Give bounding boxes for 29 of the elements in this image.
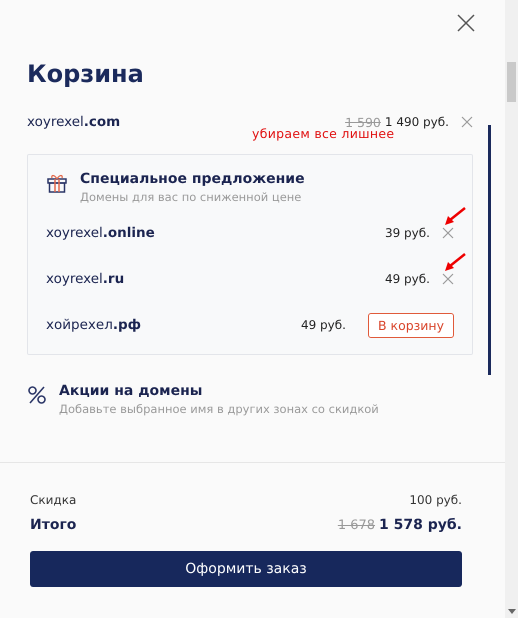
total-label: Итого xyxy=(30,517,76,533)
percent-icon xyxy=(27,385,47,405)
price: 1 490 руб. xyxy=(384,115,449,129)
remove-icon[interactable] xyxy=(461,116,473,128)
offer-subtitle: Домены для вас по сниженной цене xyxy=(80,190,302,204)
domain-name: хойрехел.рф xyxy=(46,317,142,333)
scroll-down-icon[interactable] xyxy=(508,609,516,614)
remove-icon[interactable] xyxy=(442,227,454,239)
gift-icon xyxy=(46,173,68,193)
remove-icon[interactable] xyxy=(442,273,454,285)
price: 39 руб. xyxy=(384,226,430,240)
offer-title: Специальное предложение xyxy=(80,171,305,187)
add-to-cart-button[interactable]: В корзину xyxy=(368,312,454,338)
promo-title: Акции на домены xyxy=(59,383,204,399)
domain-name: xoyrexel.ru xyxy=(46,271,124,287)
checkout-button[interactable]: Оформить заказ xyxy=(30,551,462,587)
scrollbar[interactable] xyxy=(505,0,518,618)
close-icon[interactable] xyxy=(457,14,475,32)
old-total: 1 678 xyxy=(338,518,376,532)
price: 49 руб. xyxy=(384,272,430,286)
cart-title: Корзина xyxy=(27,60,145,88)
total-price: 1 578 руб. xyxy=(379,517,462,533)
discount-label: Скидка xyxy=(30,493,76,507)
discount-value: 100 руб. xyxy=(409,493,462,507)
scrollbar-thumb[interactable] xyxy=(507,62,516,102)
price: 49 руб. xyxy=(300,318,346,332)
domain-name: xoyrexel.online xyxy=(46,225,155,241)
promo-subtitle: Добавьте выбранное имя в других зонах со скидкой xyxy=(59,402,379,416)
domain-name: xoyrexel.com xyxy=(27,114,120,130)
